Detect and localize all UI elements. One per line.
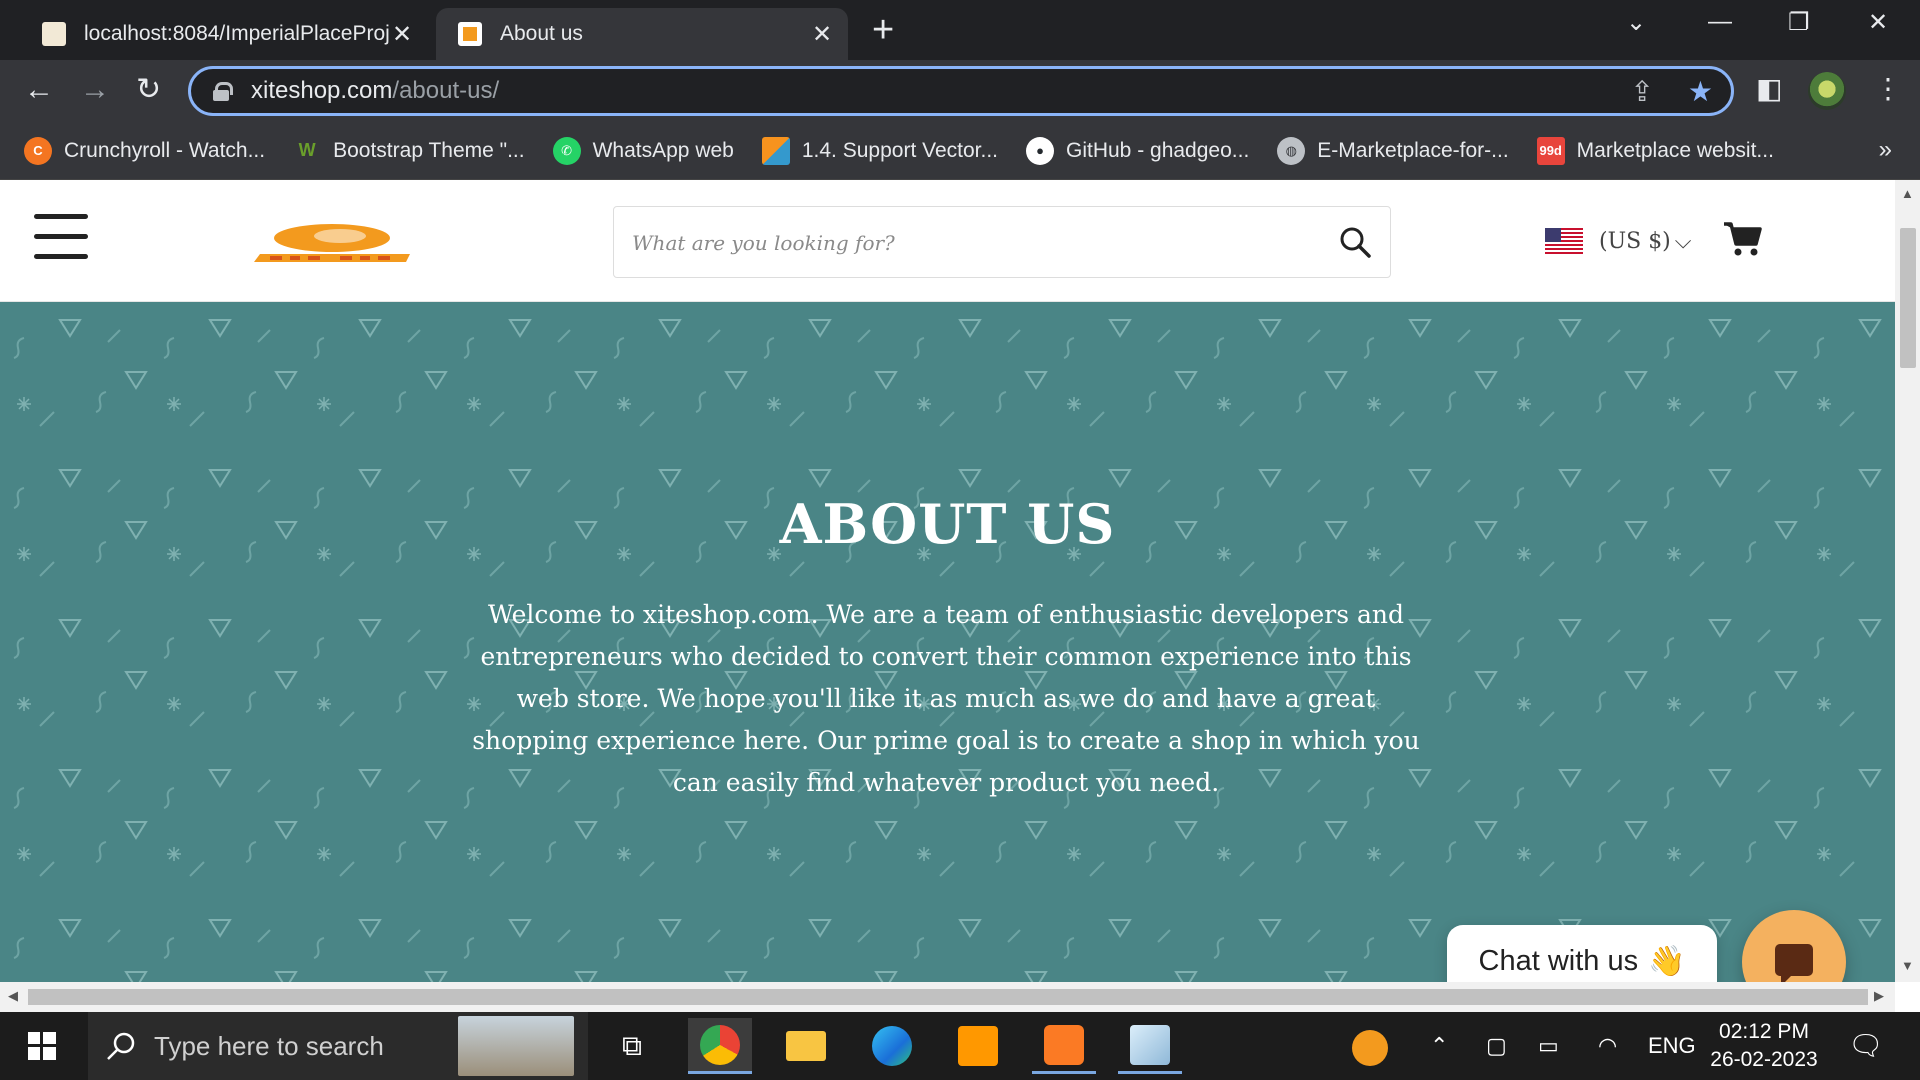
bookmark-star-icon[interactable]: ★	[1688, 75, 1713, 108]
edge-taskbar-icon[interactable]	[860, 1018, 924, 1074]
scikit-icon	[761, 136, 790, 165]
chat-with-us-bubble[interactable]: Chat with us 👋	[1447, 925, 1717, 982]
lock-icon[interactable]	[213, 82, 233, 101]
new-tab-button[interactable]: +	[872, 10, 894, 50]
site-header: (US $) ⌵	[0, 180, 1895, 302]
bookmark-item[interactable]: ● GitHub - ghadgeo...	[1026, 136, 1249, 165]
browser-toolbar: ← → ↻ xiteshop.com/about-us/ ⇪ ★ ◧ ⋮	[0, 60, 1920, 122]
us-flag-icon	[1545, 228, 1583, 254]
vertical-scrollbar[interactable]: ▲ ▼	[1895, 180, 1920, 982]
language-indicator[interactable]: ENG	[1648, 1012, 1696, 1080]
xampp-taskbar-icon[interactable]	[1032, 1018, 1096, 1074]
bookmark-item[interactable]: C Crunchyroll - Watch...	[24, 136, 265, 165]
app-cube-taskbar-icon[interactable]	[1118, 1018, 1182, 1074]
bookmark-item[interactable]: 99d Marketplace websit...	[1536, 136, 1774, 165]
minimize-icon[interactable]: —	[1708, 8, 1732, 36]
whatsapp-icon: ✆	[552, 136, 581, 165]
browser-tab-strip: localhost:8084/ImperialPlaceProj ✕ About…	[0, 0, 1920, 60]
chrome-taskbar-icon[interactable]	[688, 1018, 752, 1074]
notifications-icon[interactable]: 🗨	[1848, 1012, 1884, 1080]
file-explorer-taskbar-icon[interactable]	[774, 1018, 838, 1074]
forward-icon[interactable]: →	[80, 72, 110, 108]
back-icon[interactable]: ←	[24, 72, 54, 108]
page-viewport: (US $) ⌵ ABOUT US Welcom	[0, 180, 1895, 982]
profile-avatar[interactable]	[1808, 72, 1846, 110]
tab-search-icon[interactable]: ⌄	[1626, 8, 1646, 37]
search-highlight-image	[458, 1016, 574, 1076]
cube-icon	[1130, 1024, 1170, 1065]
tab-localhost[interactable]: localhost:8084/ImperialPlaceProj ✕	[20, 8, 428, 60]
cart-icon[interactable]	[1722, 220, 1762, 258]
search-icon[interactable]	[1338, 225, 1372, 259]
page-title: ABOUT US	[779, 492, 1116, 556]
hamburger-menu-icon[interactable]	[34, 214, 88, 260]
side-panel-icon[interactable]: ◧	[1756, 72, 1782, 105]
bookmark-item[interactable]: ◍ E-Marketplace-for-...	[1277, 136, 1509, 165]
orange-status-icon[interactable]	[1352, 1030, 1388, 1066]
battery-icon[interactable]: ▭	[1538, 1012, 1559, 1080]
clock-date: 26-02-2023	[1710, 1048, 1818, 1071]
tab-favicon-icon	[458, 22, 482, 46]
tab-close-icon[interactable]: ✕	[810, 20, 834, 49]
address-bar[interactable]: xiteshop.com/about-us/ ⇪ ★	[188, 66, 1734, 116]
globe-icon: ◍	[1277, 136, 1306, 165]
tab-favicon-icon	[42, 22, 66, 46]
tab-title: About us	[500, 22, 583, 45]
chat-label: Chat with us	[1478, 945, 1639, 977]
taskbar-search-label: Type here to search	[154, 1030, 384, 1061]
horizontal-scrollbar[interactable]: ◀ ▶	[0, 982, 1895, 1012]
tab-title: localhost:8084/ImperialPlaceProj	[84, 22, 390, 45]
windows-start-icon[interactable]	[28, 1032, 56, 1060]
share-icon[interactable]: ⇪	[1630, 75, 1653, 108]
99designs-icon: 99d	[1536, 136, 1565, 165]
search-icon	[107, 1032, 135, 1060]
tab-close-icon[interactable]: ✕	[390, 20, 414, 49]
menu-icon[interactable]: ⋮	[1874, 72, 1902, 105]
chat-icon	[1775, 944, 1813, 982]
tab-about-us[interactable]: About us ✕	[436, 8, 848, 60]
site-search-box	[613, 206, 1391, 278]
scroll-left-icon[interactable]: ◀	[8, 988, 18, 1004]
xite-shop-logo[interactable]	[240, 220, 420, 266]
meet-now-icon[interactable]: ▢	[1486, 1012, 1507, 1080]
sublime-taskbar-icon[interactable]	[946, 1018, 1010, 1074]
show-hidden-icons[interactable]: ⌃	[1430, 1012, 1448, 1080]
currency-label: (US $)	[1599, 228, 1671, 254]
chrome-icon	[700, 1024, 740, 1065]
about-description: Welcome to xiteshop.com. We are a team o…	[472, 600, 1420, 797]
bookmarks-bar: C Crunchyroll - Watch... W Bootstrap The…	[0, 122, 1920, 180]
edge-icon	[872, 1026, 912, 1066]
bootstrap-icon: W	[298, 140, 316, 160]
chevron-down-icon: ⌵	[1674, 228, 1692, 254]
scroll-right-icon[interactable]: ▶	[1874, 988, 1884, 1004]
horizontal-scroll-thumb[interactable]	[28, 989, 1868, 1005]
taskbar-clock[interactable]: 02:12 PM 26-02-2023	[1704, 1018, 1824, 1074]
restore-icon[interactable]: ❐	[1788, 8, 1810, 37]
waving-hand-icon: 👋	[1648, 945, 1686, 978]
folder-icon	[786, 1031, 826, 1061]
scroll-down-icon[interactable]: ▼	[1901, 958, 1914, 973]
clock-time: 02:12 PM	[1719, 1020, 1809, 1043]
task-view-icon[interactable]: ⧉	[600, 1018, 664, 1074]
wifi-icon[interactable]: ◠	[1598, 1012, 1617, 1080]
address-url[interactable]: xiteshop.com/about-us/	[251, 77, 499, 105]
currency-selector[interactable]: (US $) ⌵	[1545, 228, 1691, 254]
reload-icon[interactable]: ↻	[136, 72, 161, 108]
scroll-up-icon[interactable]: ▲	[1901, 186, 1914, 201]
github-icon: ●	[1026, 136, 1054, 165]
bookmark-item[interactable]: ✆ WhatsApp web	[552, 136, 734, 165]
bookmark-item[interactable]: 1.4. Support Vector...	[761, 136, 998, 165]
about-hero-section: ABOUT US Welcome to xiteshop.com. We are…	[0, 302, 1895, 982]
window-close-icon[interactable]: ✕	[1868, 8, 1888, 37]
crunchyroll-icon: C	[24, 136, 52, 165]
bookmarks-overflow-icon[interactable]: »	[1879, 136, 1892, 164]
bookmark-item[interactable]: W Bootstrap Theme "...	[293, 137, 525, 165]
sublime-icon	[958, 1026, 998, 1066]
xampp-icon	[1044, 1024, 1084, 1065]
windows-taskbar: Type here to search ⧉ ⌃ ▢ ▭ ◠ ENG 02:12 …	[0, 1012, 1920, 1080]
taskbar-search-box[interactable]: Type here to search	[88, 1012, 588, 1080]
search-input[interactable]	[632, 225, 1272, 261]
vertical-scroll-thumb[interactable]	[1900, 228, 1916, 368]
